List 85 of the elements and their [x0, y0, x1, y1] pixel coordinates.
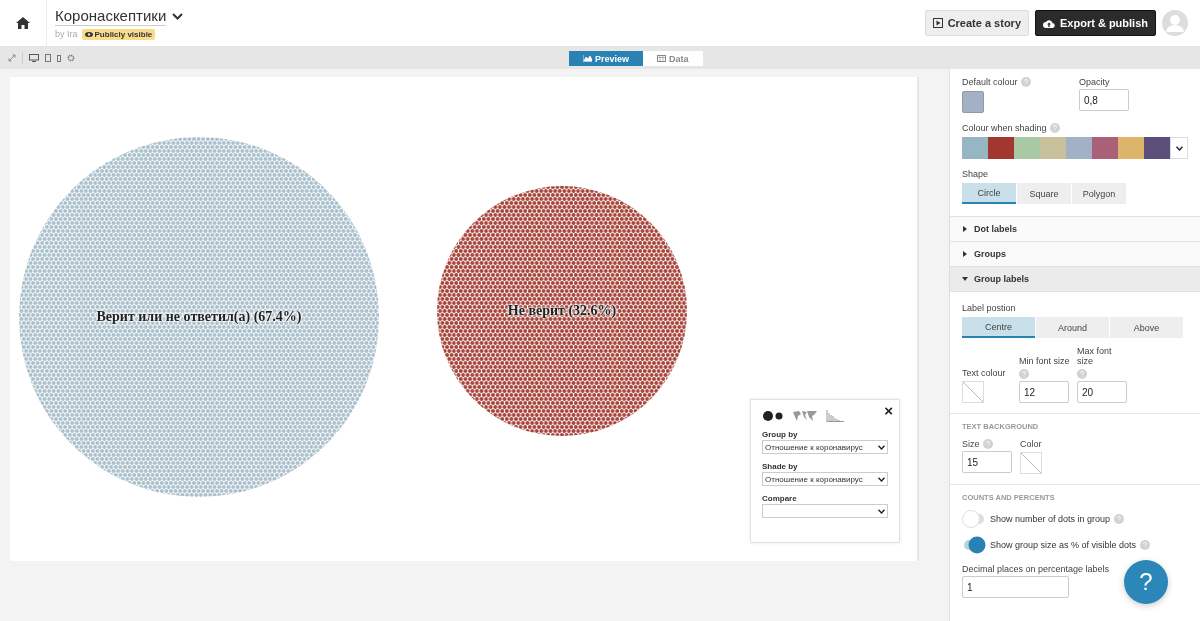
field-label: Max font size: [1077, 346, 1113, 366]
visibility-badge: Publicly visible: [81, 28, 156, 40]
help-icon: [1049, 123, 1060, 133]
toggle-label: Show group size as % of visible dots: [990, 540, 1137, 550]
palette-colour[interactable]: [1118, 137, 1144, 159]
label-position-option[interactable]: Above: [1110, 317, 1183, 338]
palette-colour[interactable]: [988, 137, 1014, 159]
avatar-icon[interactable]: [1162, 10, 1188, 36]
size-input[interactable]: 15: [962, 451, 1012, 473]
dot-clusters-icon[interactable]: [762, 411, 784, 421]
shape-option[interactable]: Polygon: [1072, 183, 1126, 204]
opacity-input[interactable]: 0,8: [1079, 89, 1129, 111]
toggle-switch[interactable]: [962, 536, 986, 554]
palette-colour[interactable]: [962, 137, 988, 159]
area-chart-icon: [583, 55, 592, 62]
close-button[interactable]: ×: [884, 402, 893, 419]
home-icon[interactable]: [16, 17, 30, 29]
colour-swatch[interactable]: [962, 91, 984, 113]
chevron-down-icon: [878, 508, 885, 514]
table-icon: [657, 55, 667, 62]
field-label: Group by: [762, 430, 799, 439]
chevron-down-icon: [1175, 145, 1183, 151]
label-position-option[interactable]: Around: [1036, 317, 1109, 338]
palette-dropdown[interactable]: [1170, 137, 1188, 159]
palette-colour[interactable]: [1092, 137, 1118, 159]
help-icon: [1019, 369, 1029, 379]
field-label: Text colour: [962, 368, 1006, 378]
shape-option[interactable]: Square: [1017, 183, 1071, 204]
field-label: Shape: [962, 169, 989, 179]
toggle-label: Show number of dots in group: [990, 514, 1111, 524]
palette-colour[interactable]: [1040, 137, 1066, 159]
select-field[interactable]: [762, 504, 888, 518]
label-position-option[interactable]: Centre: [962, 317, 1035, 338]
help-icon: [1114, 514, 1125, 524]
palette-colour[interactable]: [1066, 137, 1092, 159]
chevron-down-icon: [878, 476, 885, 482]
chevron-down-icon: [878, 444, 885, 450]
field-label: Label postion: [962, 303, 1016, 313]
field-label: Min font size: [1019, 356, 1070, 366]
chart-title[interactable]: Коронаскептики: [55, 6, 167, 26]
select-field[interactable]: Отношение к коронавирус: [762, 440, 888, 454]
field-label: Default colour: [962, 77, 1018, 87]
caret-icon: [962, 251, 968, 257]
cloud-upload-icon: [1043, 18, 1055, 28]
expand-icon[interactable]: [8, 54, 16, 62]
data-tab[interactable]: Data: [643, 51, 703, 66]
no-colour-swatch[interactable]: [1020, 452, 1042, 474]
field-label: Size: [962, 439, 980, 449]
select-field[interactable]: Отношение к коронавирус: [762, 472, 888, 486]
max-font-input[interactable]: 20: [1077, 381, 1127, 403]
min-font-input[interactable]: 12: [1019, 381, 1069, 403]
world-map-icon[interactable]: [792, 410, 818, 422]
field-label: Decimal places on percentage labels: [962, 564, 1110, 574]
section-header[interactable]: Group labels: [950, 266, 1200, 291]
section-header[interactable]: Groups: [950, 241, 1200, 266]
shape-option[interactable]: Circle: [962, 183, 1016, 204]
settings-icon[interactable]: [67, 54, 75, 62]
field-label: Opacity: [1079, 77, 1110, 87]
create-story-button[interactable]: Create a story: [924, 10, 1029, 36]
help-icon: [1020, 77, 1031, 87]
section-header[interactable]: Dot labels: [950, 216, 1200, 241]
tablet-icon[interactable]: [45, 54, 51, 62]
export-button[interactable]: Export & publish: [1035, 10, 1156, 36]
author-byline: by Ira: [55, 29, 78, 39]
monitor-icon[interactable]: [29, 54, 39, 62]
phone-icon[interactable]: [57, 54, 61, 62]
field-label: Shade by: [762, 462, 799, 471]
field-label: Colour when shading: [962, 123, 1047, 133]
help-icon: [982, 439, 993, 449]
field-label: Color: [1020, 439, 1042, 449]
histogram-icon[interactable]: [826, 410, 844, 422]
group-label: Верит или не ответил(а) (67.4%): [96, 309, 302, 325]
field-label: Compare: [762, 494, 798, 503]
help-icon: [1077, 369, 1087, 379]
caret-icon: [962, 226, 968, 232]
help-icon: [1140, 540, 1151, 550]
chevron-down-icon[interactable]: [172, 12, 184, 20]
eye-icon: [84, 31, 93, 37]
toggle-switch[interactable]: [962, 510, 986, 528]
decimal-places-input[interactable]: 1: [962, 576, 1069, 598]
no-colour-swatch[interactable]: [962, 381, 984, 403]
palette-colour[interactable]: [1014, 137, 1040, 159]
preview-tab[interactable]: Preview: [569, 51, 644, 66]
caret-icon: [962, 276, 968, 282]
play-icon: [932, 18, 943, 28]
